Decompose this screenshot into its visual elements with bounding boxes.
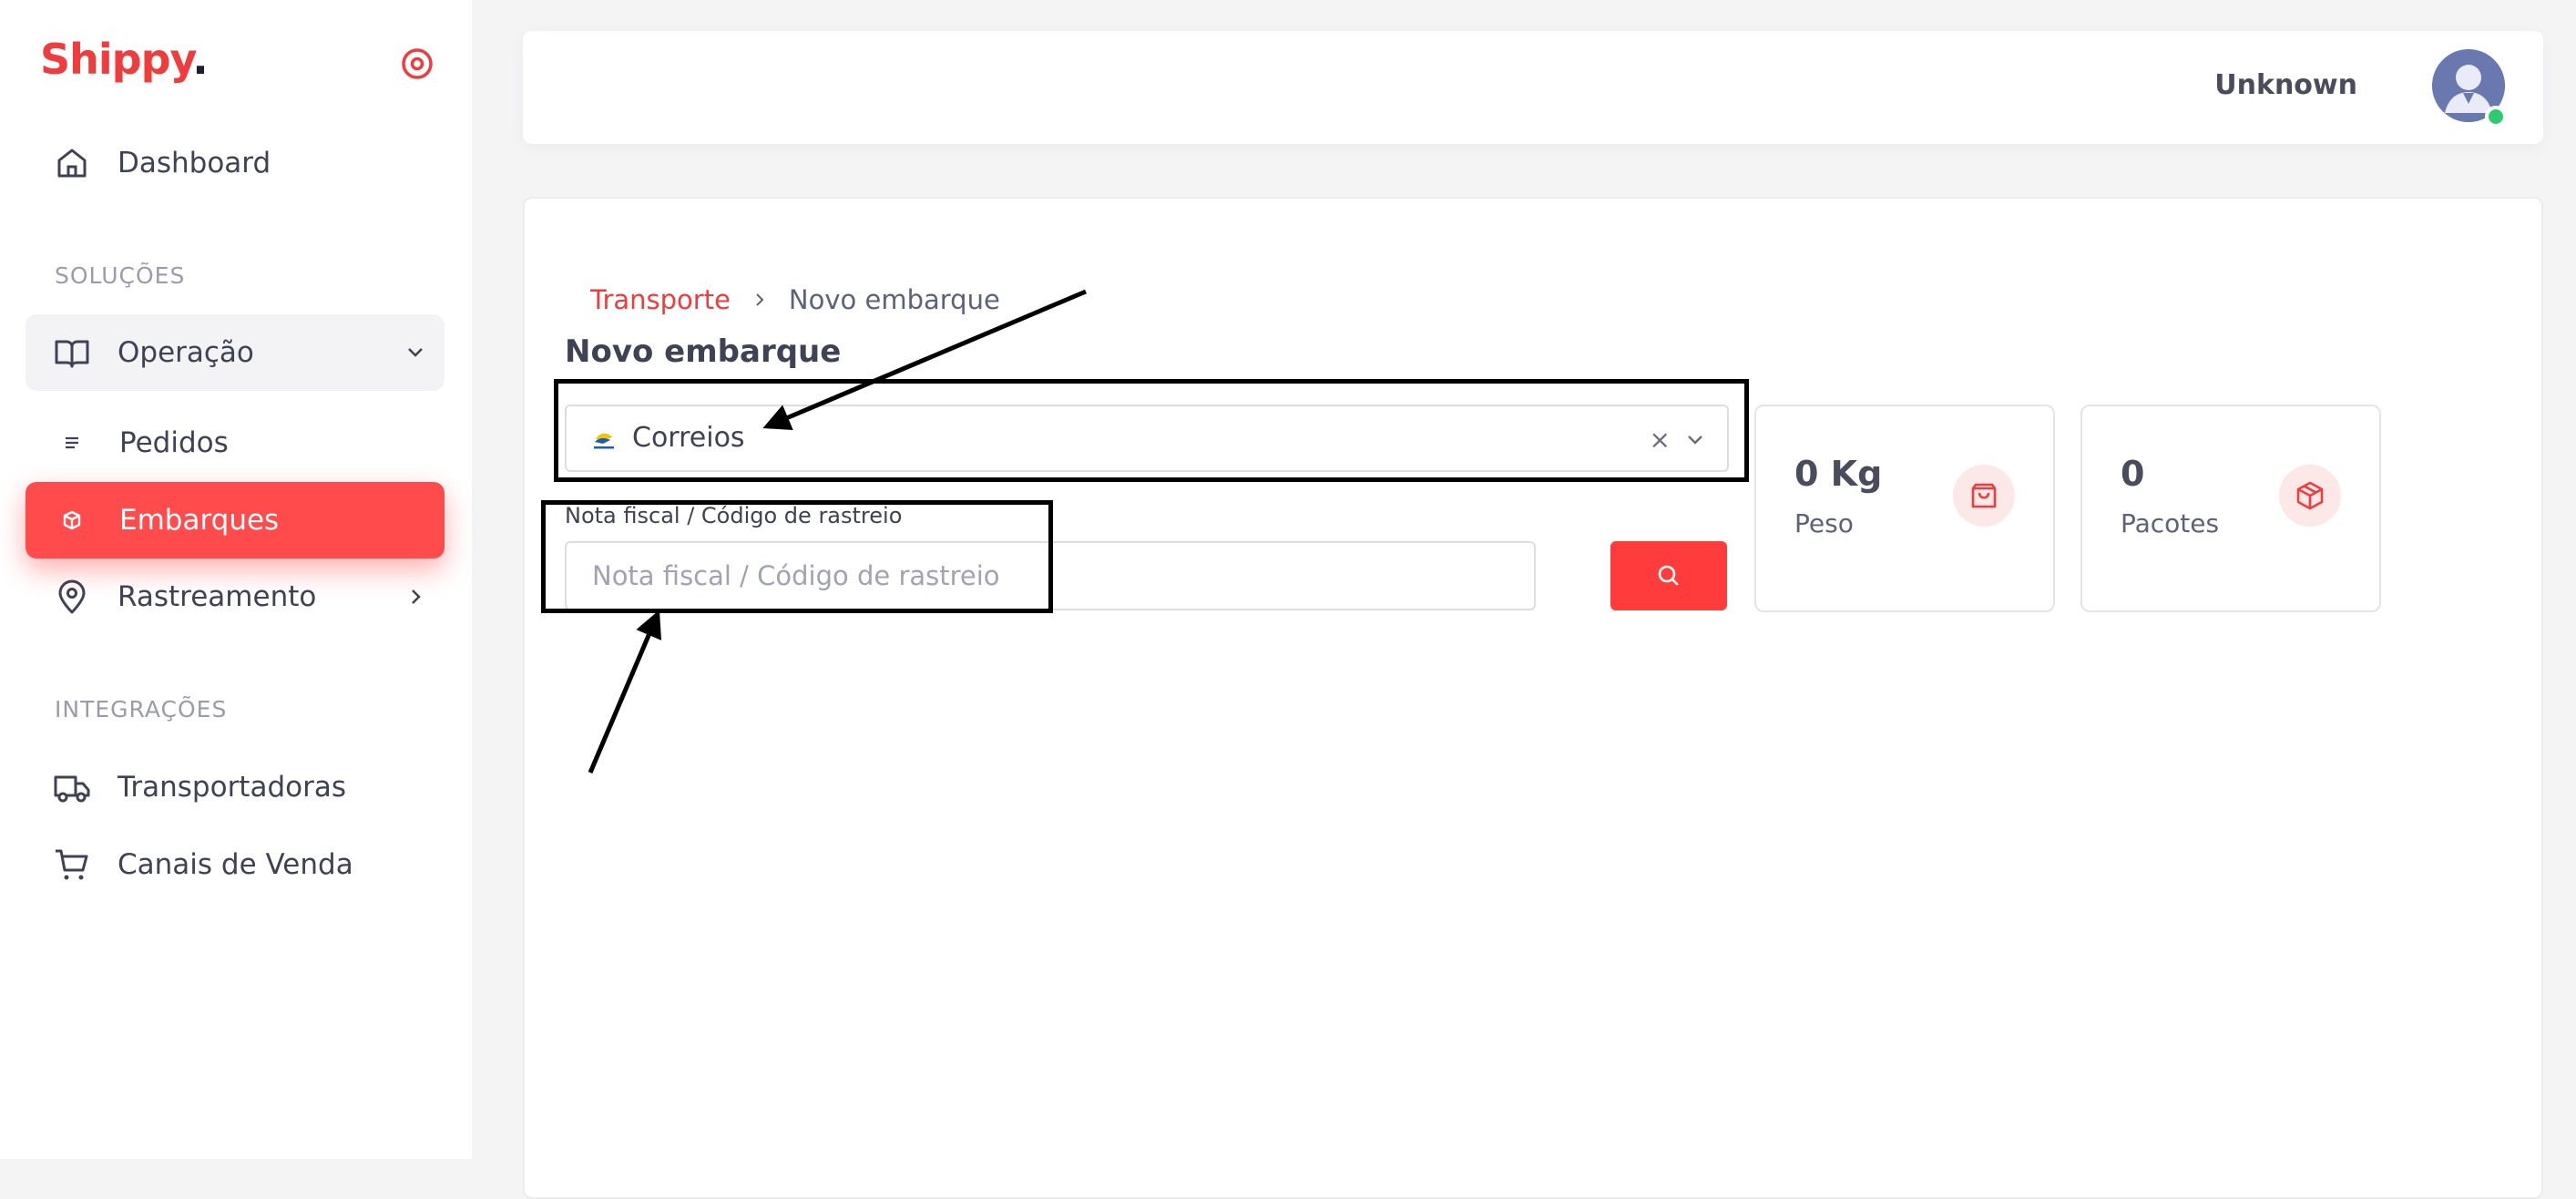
sidebar-item-label: Transportadoras	[118, 771, 346, 804]
package-icon	[2279, 465, 2341, 527]
page-title: Novo embarque	[565, 333, 842, 370]
book-open-icon	[55, 340, 89, 368]
online-status-dot	[2485, 106, 2507, 128]
sidebar: Shippy. Dashboard SOLUÇÕES Operação Pedi…	[0, 0, 472, 1159]
sidebar-item-label: Pedidos	[119, 426, 229, 459]
search-button[interactable]	[1610, 541, 1727, 610]
chevron-down-icon	[408, 348, 423, 357]
breadcrumb-current: Novo embarque	[788, 284, 1000, 315]
breadcrumb: Transporte Novo embarque	[590, 284, 1000, 315]
shopping-cart-icon	[56, 849, 88, 880]
section-label-integrations: INTEGRAÇÕES	[55, 696, 228, 722]
brand-dot: .	[192, 35, 209, 84]
list-icon	[66, 436, 78, 449]
stat-label-weight: Peso	[1794, 508, 1854, 538]
sidebar-item-label: Canais de Venda	[118, 848, 353, 881]
brand-logo[interactable]: Shippy.	[40, 35, 209, 84]
home-icon	[57, 149, 87, 178]
box-icon	[63, 510, 81, 530]
sidebar-item-embarques[interactable]: Embarques	[26, 482, 445, 559]
sidebar-item-label: Embarques	[119, 504, 280, 537]
stat-label-packages: Pacotes	[2121, 508, 2220, 538]
chevron-right-icon	[756, 293, 764, 306]
user-name[interactable]: Unknown	[2214, 69, 2357, 101]
tracking-field-label: Nota fiscal / Código de rastreio	[565, 503, 903, 528]
stat-value-packages: 0	[2121, 454, 2145, 494]
breadcrumb-link-transporte[interactable]: Transporte	[590, 284, 731, 315]
sidebar-item-label: Rastreamento	[118, 580, 317, 613]
sidebar-item-rastreamento[interactable]: Rastreamento	[26, 559, 445, 635]
clear-selection-icon[interactable]: ×	[1650, 425, 1671, 455]
brand-name: Shippy	[40, 35, 193, 84]
correios-logo-icon	[594, 433, 614, 449]
sidebar-item-label: Dashboard	[118, 147, 271, 179]
sidebar-toggle-icon[interactable]	[399, 46, 435, 82]
map-pin-icon	[58, 579, 86, 614]
main-card: Transporte Novo embarque Novo embarque C…	[523, 197, 2543, 1199]
truck-icon	[54, 775, 90, 803]
sidebar-item-canais-de-venda[interactable]: Canais de Venda	[26, 826, 445, 903]
section-label-solutions: SOLUÇÕES	[55, 262, 186, 289]
stat-card-packages: 0 Pacotes	[2080, 405, 2381, 612]
sidebar-item-label: Operação	[118, 336, 254, 369]
carrier-select[interactable]: Correios ×	[565, 405, 1729, 472]
stat-card-weight: 0 Kg Peso	[1754, 405, 2055, 612]
sidebar-item-operacao[interactable]: Operação	[26, 314, 445, 391]
sidebar-item-pedidos[interactable]: Pedidos	[26, 405, 445, 481]
tracking-input[interactable]	[565, 541, 1536, 610]
chevron-right-icon	[412, 589, 421, 604]
shopping-bag-icon	[1953, 465, 2015, 527]
search-icon	[1658, 565, 1679, 586]
sidebar-item-dashboard[interactable]: Dashboard	[26, 125, 445, 201]
stat-value-weight: 0 Kg	[1794, 454, 1883, 494]
top-header: Unknown	[523, 31, 2543, 144]
chevron-down-icon[interactable]	[1683, 428, 1707, 452]
carrier-select-value: Correios	[632, 422, 745, 454]
sidebar-item-transportadoras[interactable]: Transportadoras	[26, 749, 445, 825]
